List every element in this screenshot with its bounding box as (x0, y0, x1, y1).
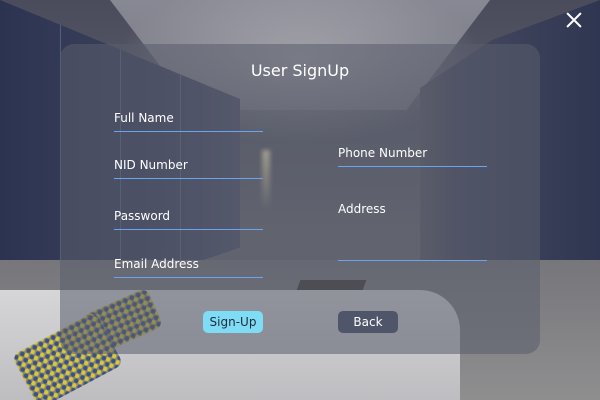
password-field: Password (114, 209, 263, 230)
email-address-input[interactable] (114, 271, 263, 278)
address-label: Address (338, 202, 386, 216)
address-input[interactable] (338, 216, 487, 261)
nid-number-field: NID Number (114, 158, 263, 179)
email-address-label: Email Address (114, 257, 199, 271)
address-field: Address (338, 202, 487, 261)
email-address-field: Email Address (114, 257, 263, 278)
close-icon[interactable] (562, 8, 586, 32)
full-name-label: Full Name (114, 111, 174, 125)
password-label: Password (114, 209, 171, 223)
nid-number-label: NID Number (114, 158, 188, 172)
signup-button[interactable]: Sign-Up (203, 311, 263, 333)
full-name-input[interactable] (114, 125, 263, 132)
signup-panel (60, 44, 540, 354)
phone-number-input[interactable] (338, 160, 487, 167)
full-name-field: Full Name (114, 111, 263, 132)
back-button[interactable]: Back (338, 311, 398, 333)
dialog-title: User SignUp (250, 61, 350, 80)
nid-number-input[interactable] (114, 172, 263, 179)
phone-number-field: Phone Number (338, 146, 487, 167)
phone-number-label: Phone Number (338, 146, 428, 160)
password-input[interactable] (114, 223, 263, 230)
